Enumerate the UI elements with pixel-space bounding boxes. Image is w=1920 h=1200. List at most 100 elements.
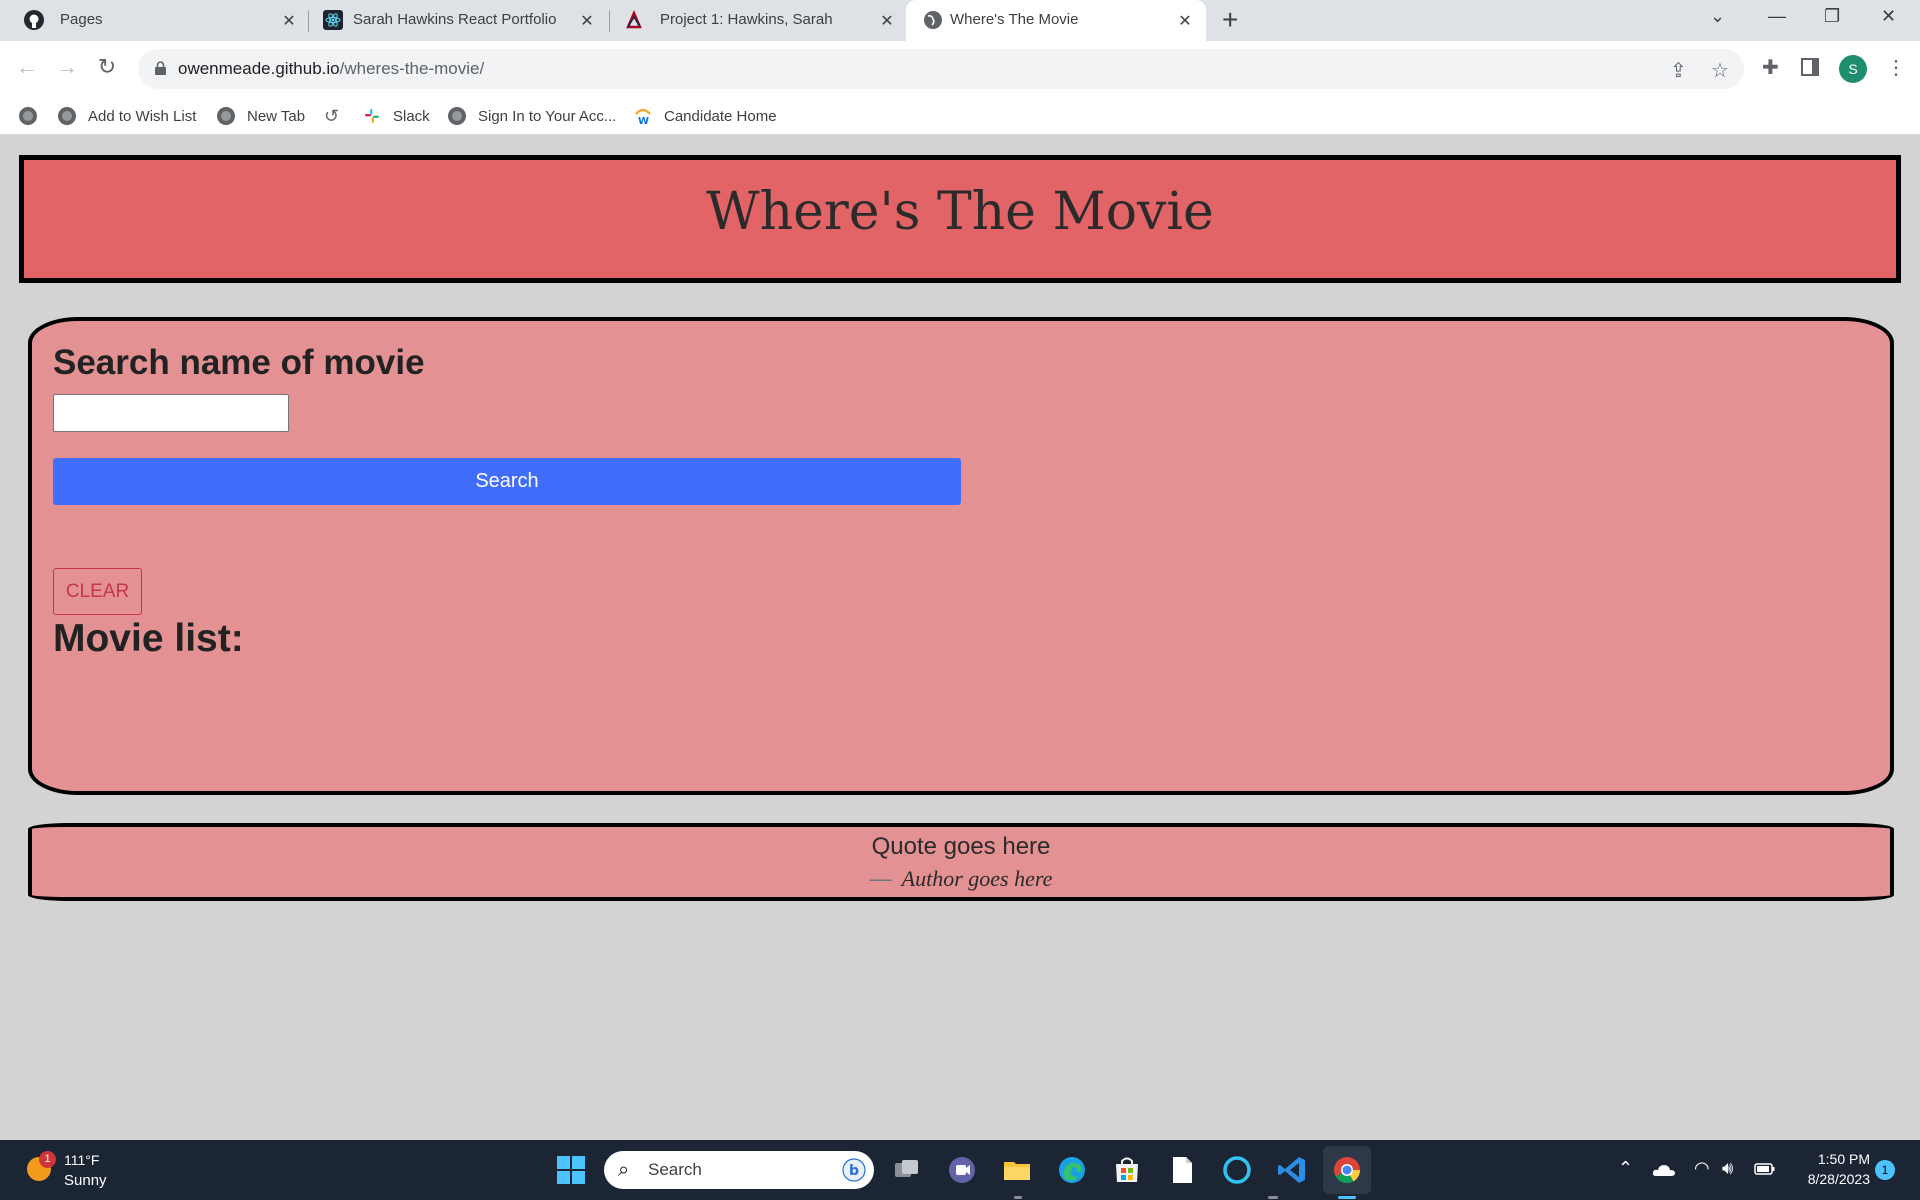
url-path: /wheres-the-movie/ bbox=[339, 59, 485, 78]
url-text: owenmeade.github.io/wheres-the-movie/ bbox=[178, 59, 484, 79]
taskbar-search-label: Search bbox=[648, 1160, 702, 1179]
bookmark-slack[interactable]: Slack bbox=[363, 97, 430, 135]
search-panel: Search name of movie Search CLEAR Movie … bbox=[28, 317, 1894, 795]
vscode-icon[interactable] bbox=[1276, 1154, 1308, 1186]
restore-icon[interactable]: ❐ bbox=[1824, 6, 1840, 27]
app-active-indicator bbox=[1338, 1196, 1356, 1199]
clock-time: 1:50 PM bbox=[1817, 1151, 1870, 1167]
alexa-icon[interactable] bbox=[1221, 1154, 1253, 1186]
close-icon[interactable]: ✕ bbox=[280, 11, 298, 31]
bookmark-label: Add to Wish List bbox=[88, 107, 197, 125]
bing-icon[interactable]: b bbox=[842, 1158, 866, 1182]
bookmark-new-tab[interactable]: New Tab bbox=[217, 97, 305, 135]
quote-author: Author goes here bbox=[901, 866, 1053, 891]
close-icon[interactable]: ✕ bbox=[1176, 11, 1194, 31]
share-icon[interactable]: ⇪ bbox=[1670, 58, 1687, 83]
notification-badge[interactable]: 1 bbox=[1875, 1160, 1895, 1180]
tab-title: Pages bbox=[60, 11, 103, 28]
app-running-indicator bbox=[1268, 1196, 1278, 1199]
tab-title: Sarah Hawkins React Portfolio bbox=[353, 11, 557, 28]
tab-title: Project 1: Hawkins, Sarah bbox=[660, 11, 833, 28]
close-icon[interactable]: ✕ bbox=[878, 11, 896, 31]
profile-avatar[interactable]: S bbox=[1839, 55, 1867, 83]
page-viewport: Where's The Movie Search name of movie S… bbox=[0, 135, 1920, 1140]
more-menu-icon[interactable]: ⋮ bbox=[1886, 55, 1906, 80]
bookmark-candidate-home[interactable]: W Candidate Home bbox=[634, 97, 777, 135]
svg-text:W: W bbox=[638, 116, 649, 125]
close-icon[interactable]: ✕ bbox=[578, 11, 596, 31]
tab-react-portfolio[interactable]: Sarah Hawkins React Portfolio ✕ bbox=[299, 0, 605, 41]
globe-icon bbox=[217, 107, 235, 125]
reload-icon[interactable]: ↻ bbox=[94, 54, 120, 80]
tab-pages[interactable]: Pages ✕ bbox=[0, 0, 306, 41]
extensions-puzzle-icon[interactable]: ✚ bbox=[1762, 55, 1779, 80]
bookmark-label: Candidate Home bbox=[664, 107, 777, 125]
task-view-icon[interactable] bbox=[891, 1154, 923, 1186]
globe-icon bbox=[19, 107, 37, 125]
tab-search-chevron-icon[interactable]: ⌄ bbox=[1710, 6, 1725, 27]
react-icon bbox=[323, 10, 343, 30]
forward-arrow-icon[interactable]: → bbox=[54, 54, 80, 80]
system-clock[interactable]: 1:50 PM 8/28/2023 bbox=[1790, 1149, 1870, 1189]
teams-chat-icon[interactable] bbox=[946, 1154, 978, 1186]
globe-icon bbox=[58, 107, 76, 125]
page-header: Where's The Movie bbox=[19, 155, 1901, 283]
tray-overflow-chevron-icon[interactable]: ⌃ bbox=[1618, 1158, 1633, 1179]
tab-project-1[interactable]: Project 1: Hawkins, Sarah ✕ bbox=[600, 0, 906, 41]
windows-start-icon[interactable] bbox=[555, 1154, 587, 1186]
edge-icon[interactable] bbox=[1056, 1154, 1088, 1186]
microsoft-store-icon[interactable] bbox=[1111, 1154, 1143, 1186]
new-tab-plus-icon[interactable]: + bbox=[1222, 6, 1238, 34]
globe-icon bbox=[924, 11, 942, 29]
lock-icon[interactable] bbox=[155, 61, 166, 75]
chrome-icon[interactable] bbox=[1331, 1154, 1363, 1186]
minimize-icon[interactable]: — bbox=[1768, 6, 1786, 27]
back-arrow-icon[interactable]: ← bbox=[14, 54, 40, 80]
onedrive-cloud-icon[interactable] bbox=[1652, 1162, 1676, 1178]
movie-search-input[interactable] bbox=[53, 394, 289, 432]
svg-text:b: b bbox=[849, 1163, 859, 1179]
quote-text: Quote goes here bbox=[871, 833, 1051, 860]
bookmark-label: New Tab bbox=[247, 107, 306, 125]
bookmark-history[interactable]: ↺ bbox=[324, 97, 339, 135]
window-close-icon[interactable]: ✕ bbox=[1881, 6, 1896, 27]
bookmark-sign-in[interactable]: Sign In to Your Acc... bbox=[448, 97, 616, 135]
notepad-file-icon[interactable] bbox=[1166, 1154, 1198, 1186]
clock-date: 8/28/2023 bbox=[1807, 1171, 1870, 1187]
weather-badge: 1 bbox=[39, 1151, 56, 1168]
quote-panel: Quote goes here — Author goes here bbox=[28, 823, 1894, 901]
weather-condition: Sunny bbox=[64, 1172, 107, 1189]
search-heading: Search name of movie bbox=[53, 343, 425, 382]
bookmark-label: Slack bbox=[393, 107, 430, 125]
file-explorer-icon[interactable] bbox=[1001, 1154, 1033, 1186]
globe-icon bbox=[448, 107, 466, 125]
search-icon: ⌕ bbox=[618, 1159, 630, 1181]
slack-icon bbox=[365, 109, 379, 123]
quote-author-line: — Author goes here bbox=[32, 866, 1890, 892]
workday-icon: W bbox=[635, 108, 651, 125]
weather-widget[interactable]: 1 111°F Sunny bbox=[24, 1151, 144, 1191]
search-button[interactable]: Search bbox=[53, 458, 961, 505]
side-panel-icon[interactable] bbox=[1801, 58, 1819, 76]
clear-button[interactable]: CLEAR bbox=[53, 568, 142, 615]
bookmark-add-to-wish-list[interactable]: Add to Wish List bbox=[58, 97, 196, 135]
taskbar-search[interactable]: ⌕ Search b bbox=[604, 1151, 874, 1189]
browser-tab-strip: Pages ✕ Sarah Hawkins React Portfolio ✕ … bbox=[0, 0, 1920, 41]
volume-icon[interactable]: 🔊︎ bbox=[1722, 1158, 1733, 1179]
address-bar[interactable]: owenmeade.github.io/wheres-the-movie/ ⇪ … bbox=[138, 49, 1744, 89]
tab-wheres-the-movie[interactable]: Where's The Movie ✕ bbox=[906, 0, 1206, 41]
windows-taskbar: 1 111°F Sunny ⌕ Search b ⌃ ◠ 🔊︎ 1:50 PM … bbox=[0, 1140, 1920, 1200]
bookmark-label: Sign In to Your Acc... bbox=[478, 107, 617, 125]
history-icon: ↺ bbox=[324, 105, 340, 126]
bookmark-globe[interactable] bbox=[19, 97, 49, 135]
weather-temp: 111°F bbox=[64, 1152, 100, 1168]
tab-title: Where's The Movie bbox=[950, 11, 1079, 28]
github-icon bbox=[24, 10, 44, 30]
bookmarks-bar: Add to Wish List New Tab ↺ Slack Sign In… bbox=[0, 97, 1920, 135]
wifi-icon[interactable]: ◠ bbox=[1694, 1158, 1710, 1179]
bookmark-star-icon[interactable]: ☆ bbox=[1711, 58, 1729, 83]
browser-toolbar: ← → ↻ owenmeade.github.io/wheres-the-mov… bbox=[0, 41, 1920, 97]
university-logo-icon bbox=[626, 10, 642, 29]
page-title: Where's The Movie bbox=[706, 182, 1214, 242]
battery-icon[interactable] bbox=[1754, 1162, 1776, 1176]
